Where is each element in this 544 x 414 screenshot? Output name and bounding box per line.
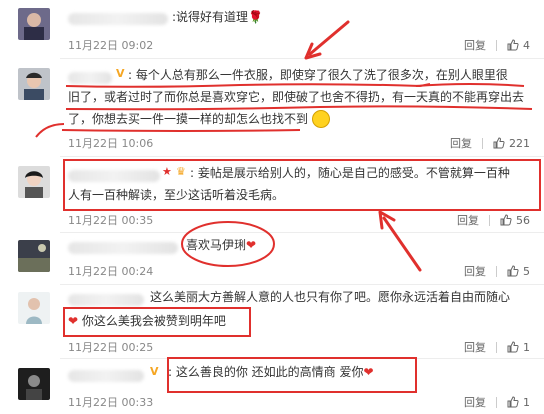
thumbs-up-icon — [507, 39, 519, 51]
username[interactable] — [68, 72, 112, 84]
comment-time: 11月22日 09:02 — [68, 39, 154, 52]
comment-text-line: 了，你想去买一件一摸一样的却怎么也找不到 — [68, 108, 330, 130]
reply-button[interactable]: 回复 — [464, 394, 496, 410]
avatar[interactable] — [18, 68, 50, 100]
smiley-icon — [311, 109, 330, 128]
comment-text: : 每个人总有那么一件衣服，即使穿了很久了洗了很多次，在别人眼里很 — [128, 68, 508, 82]
like-button[interactable]: 1 — [507, 341, 530, 354]
reply-button[interactable]: 回复 — [464, 37, 496, 53]
comment-item: :说得好有道理🌹 11月22日 09:02 回复 4 — [0, 0, 544, 58]
username[interactable] — [68, 13, 168, 25]
comment-item: ★ ♛ : 妾帖是展示给别人的，随心是自己的感受。不管就算一百种 人有一百种解读… — [0, 156, 544, 232]
comment-text-line: 人有一百种解读，至少这话听着没毛病。 — [68, 188, 285, 202]
heart-icon: ❤ — [246, 238, 257, 252]
thumbs-up-icon — [507, 396, 519, 408]
comment-time: 11月22日 00:25 — [68, 341, 154, 354]
level-badge: ♛ — [176, 165, 186, 178]
like-button[interactable]: 221 — [493, 137, 530, 150]
comment-time: 11月22日 00:35 — [68, 214, 154, 227]
like-count: 4 — [523, 38, 530, 52]
avatar[interactable] — [18, 166, 50, 198]
comment-time: 11月22日 10:06 — [68, 137, 154, 150]
comment-text-line: ❤ 你这么美我会被赞到明年吧 — [68, 314, 226, 328]
like-count: 56 — [516, 213, 530, 227]
reply-button[interactable]: 回复 — [457, 212, 489, 228]
username[interactable] — [68, 242, 178, 254]
thumbs-up-icon — [500, 214, 512, 226]
verified-badge: V — [116, 67, 125, 80]
thumbs-up-icon — [507, 341, 519, 353]
thumbs-up-icon — [493, 137, 505, 149]
reply-button[interactable]: 回复 — [464, 263, 496, 279]
verified-badge: V — [150, 365, 159, 378]
reply-button[interactable]: 回复 — [450, 135, 482, 151]
like-count: 221 — [509, 136, 530, 150]
like-count: 1 — [523, 395, 530, 409]
comment-text: 这么美丽大方善解人意的人也只有你了吧。愿你永远活着自由而随心 — [150, 290, 511, 304]
comment-item: 喜欢马伊琍❤ 11月22日 00:24 回复 5 — [0, 232, 544, 284]
avatar[interactable] — [18, 292, 50, 324]
comment-text: 喜欢马伊琍❤ — [186, 238, 257, 252]
comment-time: 11月22日 00:33 — [68, 396, 154, 409]
comment-text-line: 旧了，或者过时了而你总是喜欢穿它，即使破了也舍不得扔，有一天真的不能再穿出去 — [68, 90, 525, 104]
comment-item: V : 这么善良的你 还如此的高情商 爱你❤ 11月22日 00:33 回复 1 — [0, 358, 544, 414]
avatar[interactable] — [18, 240, 50, 272]
like-button[interactable]: 5 — [507, 265, 530, 278]
rose-icon: 🌹 — [248, 10, 264, 24]
username[interactable] — [68, 370, 144, 382]
like-count: 1 — [523, 340, 530, 354]
comment-text: :说得好有道理🌹 — [172, 10, 264, 24]
avatar[interactable] — [18, 368, 50, 400]
avatar[interactable] — [18, 8, 50, 40]
comment-time: 11月22日 00:24 — [68, 265, 154, 278]
like-button[interactable]: 56 — [500, 214, 530, 227]
comment-text: : 这么善良的你 还如此的高情商 爱你❤ — [168, 365, 374, 379]
username[interactable] — [68, 170, 160, 182]
comment-item: V : 每个人总有那么一件衣服，即使穿了很久了洗了很多次，在别人眼里很 旧了，或… — [0, 58, 544, 156]
heart-icon: ❤ — [68, 314, 79, 328]
star-badge: ★ — [162, 165, 172, 178]
comment-item: 这么美丽大方善解人意的人也只有你了吧。愿你永远活着自由而随心 ❤ 你这么美我会被… — [0, 284, 544, 358]
like-count: 5 — [523, 264, 530, 278]
reply-button[interactable]: 回复 — [464, 339, 496, 355]
like-button[interactable]: 1 — [507, 396, 530, 409]
username[interactable] — [68, 294, 144, 306]
heart-icon: ❤ — [363, 365, 374, 379]
thumbs-up-icon — [507, 265, 519, 277]
like-button[interactable]: 4 — [507, 39, 530, 52]
comment-text: : 妾帖是展示给别人的，随心是自己的感受。不管就算一百种 — [190, 166, 510, 180]
